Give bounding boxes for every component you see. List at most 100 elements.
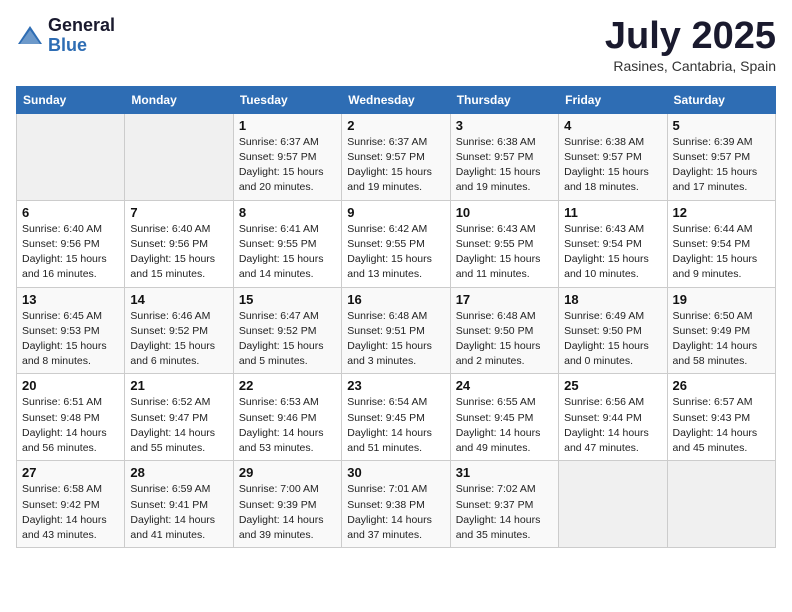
cell-date: 20: [22, 378, 119, 393]
cell-info: Sunrise: 6:41 AM Sunset: 9:55 PM Dayligh…: [239, 222, 336, 283]
cell-info: Sunrise: 6:51 AM Sunset: 9:48 PM Dayligh…: [22, 395, 119, 456]
calendar-cell: 1Sunrise: 6:37 AM Sunset: 9:57 PM Daylig…: [233, 113, 341, 200]
cell-info: Sunrise: 7:02 AM Sunset: 9:37 PM Dayligh…: [456, 482, 553, 543]
cell-info: Sunrise: 6:39 AM Sunset: 9:57 PM Dayligh…: [673, 135, 770, 196]
col-header-thursday: Thursday: [450, 86, 558, 113]
calendar-cell: [667, 461, 775, 548]
cell-date: 24: [456, 378, 553, 393]
calendar-cell: 29 Sunrise: 7:00 AM Sunset: 9:39 PM Dayli…: [233, 461, 341, 548]
calendar-cell: 4 Sunrise: 6:38 AM Sunset: 9:57 PM Daylig…: [559, 113, 667, 200]
calendar-cell: 20 Sunrise: 6:51 AM Sunset: 9:48 PM Dayli…: [17, 374, 125, 461]
col-header-saturday: Saturday: [667, 86, 775, 113]
calendar-cell: 3 Sunrise: 6:38 AM Sunset: 9:57 PM Daylig…: [450, 113, 558, 200]
cell-date: 18: [564, 292, 661, 307]
calendar-cell: 18 Sunrise: 6:49 AM Sunset: 9:50 PM Dayli…: [559, 287, 667, 374]
cell-date: 28: [130, 465, 227, 480]
cell-date: 25: [564, 378, 661, 393]
header-row: SundayMondayTuesdayWednesdayThursdayFrid…: [17, 86, 776, 113]
cell-date: 27: [22, 465, 119, 480]
cell-info: Sunrise: 6:56 AM Sunset: 9:44 PM Dayligh…: [564, 395, 661, 456]
calendar-cell: 8 Sunrise: 6:41 AM Sunset: 9:55 PM Daylig…: [233, 200, 341, 287]
cell-info: Sunrise: 6:40 AM Sunset: 9:56 PM Dayligh…: [130, 222, 227, 283]
logo-text: General Blue: [48, 16, 115, 56]
cell-date: 1: [239, 118, 336, 133]
calendar-cell: 6Sunrise: 6:40 AM Sunset: 9:56 PM Daylig…: [17, 200, 125, 287]
cell-date: 14: [130, 292, 227, 307]
cell-info: Sunrise: 6:47 AM Sunset: 9:52 PM Dayligh…: [239, 309, 336, 370]
cell-info: Sunrise: 6:37 AM Sunset: 9:57 PM Dayligh…: [347, 135, 444, 196]
calendar-cell: 31 Sunrise: 7:02 AM Sunset: 9:37 PM Dayli…: [450, 461, 558, 548]
cell-info: Sunrise: 6:53 AM Sunset: 9:46 PM Dayligh…: [239, 395, 336, 456]
calendar-cell: 7 Sunrise: 6:40 AM Sunset: 9:56 PM Daylig…: [125, 200, 233, 287]
cell-date: 9: [347, 205, 444, 220]
cell-date: 22: [239, 378, 336, 393]
cell-info: Sunrise: 6:44 AM Sunset: 9:54 PM Dayligh…: [673, 222, 770, 283]
cell-info: Sunrise: 6:57 AM Sunset: 9:43 PM Dayligh…: [673, 395, 770, 456]
week-row-5: 27Sunrise: 6:58 AM Sunset: 9:42 PM Dayli…: [17, 461, 776, 548]
cell-info: Sunrise: 6:45 AM Sunset: 9:53 PM Dayligh…: [22, 309, 119, 370]
cell-info: Sunrise: 6:42 AM Sunset: 9:55 PM Dayligh…: [347, 222, 444, 283]
calendar-cell: 27Sunrise: 6:58 AM Sunset: 9:42 PM Dayli…: [17, 461, 125, 548]
logo-blue: Blue: [48, 36, 115, 56]
cell-date: 17: [456, 292, 553, 307]
calendar-cell: [17, 113, 125, 200]
cell-date: 30: [347, 465, 444, 480]
week-row-3: 13 Sunrise: 6:45 AM Sunset: 9:53 PM Dayli…: [17, 287, 776, 374]
cell-date: 21: [130, 378, 227, 393]
calendar-cell: 14Sunrise: 6:46 AM Sunset: 9:52 PM Dayli…: [125, 287, 233, 374]
cell-info: Sunrise: 6:55 AM Sunset: 9:45 PM Dayligh…: [456, 395, 553, 456]
calendar-cell: 12Sunrise: 6:44 AM Sunset: 9:54 PM Dayli…: [667, 200, 775, 287]
cell-date: 15: [239, 292, 336, 307]
col-header-friday: Friday: [559, 86, 667, 113]
cell-date: 2: [347, 118, 444, 133]
cell-date: 29: [239, 465, 336, 480]
page-header: General Blue July 2025 Rasines, Cantabri…: [16, 16, 776, 74]
cell-info: Sunrise: 6:59 AM Sunset: 9:41 PM Dayligh…: [130, 482, 227, 543]
cell-date: 3: [456, 118, 553, 133]
calendar-cell: 5 Sunrise: 6:39 AM Sunset: 9:57 PM Daylig…: [667, 113, 775, 200]
cell-date: 7: [130, 205, 227, 220]
month-title: July 2025: [605, 16, 776, 58]
calendar-cell: 21 Sunrise: 6:52 AM Sunset: 9:47 PM Dayli…: [125, 374, 233, 461]
cell-info: Sunrise: 6:54 AM Sunset: 9:45 PM Dayligh…: [347, 395, 444, 456]
cell-info: Sunrise: 6:49 AM Sunset: 9:50 PM Dayligh…: [564, 309, 661, 370]
cell-info: Sunrise: 6:48 AM Sunset: 9:50 PM Dayligh…: [456, 309, 553, 370]
cell-date: 26: [673, 378, 770, 393]
cell-date: 6: [22, 205, 119, 220]
calendar-cell: 19Sunrise: 6:50 AM Sunset: 9:49 PM Dayli…: [667, 287, 775, 374]
cell-info: Sunrise: 7:00 AM Sunset: 9:39 PM Dayligh…: [239, 482, 336, 543]
calendar-cell: 25 Sunrise: 6:56 AM Sunset: 9:44 PM Dayli…: [559, 374, 667, 461]
cell-info: Sunrise: 6:48 AM Sunset: 9:51 PM Dayligh…: [347, 309, 444, 370]
calendar-table: SundayMondayTuesdayWednesdayThursdayFrid…: [16, 86, 776, 548]
title-block: July 2025 Rasines, Cantabria, Spain: [605, 16, 776, 74]
cell-date: 13: [22, 292, 119, 307]
col-header-sunday: Sunday: [17, 86, 125, 113]
calendar-cell: [125, 113, 233, 200]
calendar-cell: 9 Sunrise: 6:42 AM Sunset: 9:55 PM Daylig…: [342, 200, 450, 287]
cell-date: 19: [673, 292, 770, 307]
col-header-wednesday: Wednesday: [342, 86, 450, 113]
location: Rasines, Cantabria, Spain: [605, 58, 776, 74]
cell-info: Sunrise: 6:38 AM Sunset: 9:57 PM Dayligh…: [564, 135, 661, 196]
logo: General Blue: [16, 16, 115, 56]
cell-info: Sunrise: 6:38 AM Sunset: 9:57 PM Dayligh…: [456, 135, 553, 196]
cell-info: Sunrise: 6:43 AM Sunset: 9:54 PM Dayligh…: [564, 222, 661, 283]
calendar-cell: 30Sunrise: 7:01 AM Sunset: 9:38 PM Dayli…: [342, 461, 450, 548]
calendar-cell: 16 Sunrise: 6:48 AM Sunset: 9:51 PM Dayli…: [342, 287, 450, 374]
calendar-cell: 24 Sunrise: 6:55 AM Sunset: 9:45 PM Dayli…: [450, 374, 558, 461]
calendar-cell: 28 Sunrise: 6:59 AM Sunset: 9:41 PM Dayli…: [125, 461, 233, 548]
calendar-cell: 15 Sunrise: 6:47 AM Sunset: 9:52 PM Dayli…: [233, 287, 341, 374]
week-row-2: 6 Sunrise: 6:40 AM Sunset: 9:56 PM Daylig…: [17, 200, 776, 287]
week-row-1: 1 Sunrise: 6:37 AM Sunset: 9:57 PM Daylig…: [17, 113, 776, 200]
cell-date: 8: [239, 205, 336, 220]
cell-date: 31: [456, 465, 553, 480]
col-header-monday: Monday: [125, 86, 233, 113]
cell-date: 4: [564, 118, 661, 133]
calendar-cell: 2 Sunrise: 6:37 AM Sunset: 9:57 PM Daylig…: [342, 113, 450, 200]
cell-info: Sunrise: 6:43 AM Sunset: 9:55 PM Dayligh…: [456, 222, 553, 283]
cell-date: 5: [673, 118, 770, 133]
cell-date: 16: [347, 292, 444, 307]
calendar-cell: 11Sunrise: 6:43 AM Sunset: 9:54 PM Dayli…: [559, 200, 667, 287]
cell-info: Sunrise: 6:52 AM Sunset: 9:47 PM Dayligh…: [130, 395, 227, 456]
calendar-cell: 22 Sunrise: 6:53 AM Sunset: 9:46 PM Dayli…: [233, 374, 341, 461]
